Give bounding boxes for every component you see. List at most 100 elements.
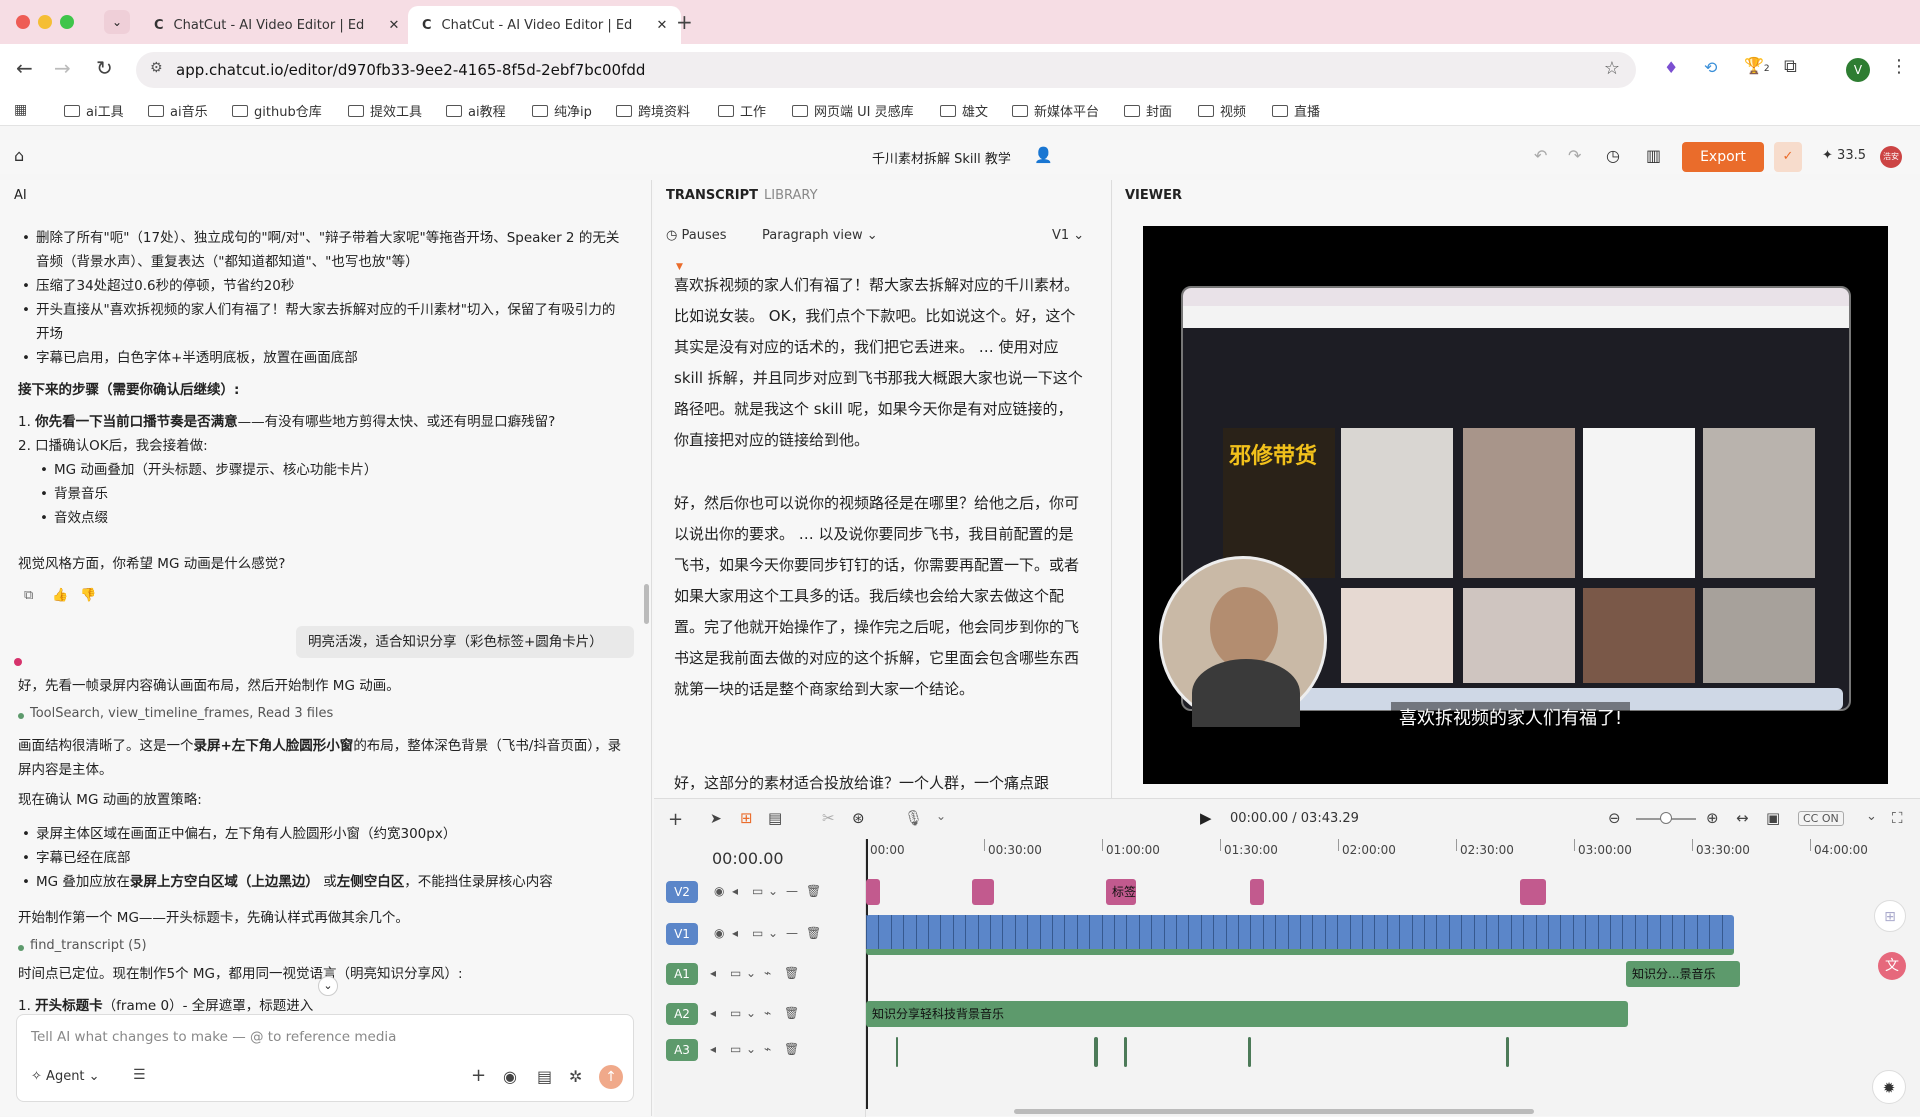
transcript-paragraph[interactable]: 喜欢拆视频的家人们有福了！帮大家去拆解对应的千川素材。比如说女装。 OK，我们点… [674, 270, 1084, 456]
track-label[interactable]: A3 [666, 1039, 698, 1061]
extension-icon[interactable]: 🏆2 [1744, 56, 1770, 75]
captions-dropdown-icon[interactable]: ⌄ [1866, 809, 1877, 824]
main-video-clip[interactable] [866, 915, 1734, 955]
scroll-down-icon[interactable]: ⌄ [318, 976, 338, 996]
browser-tab-1[interactable]: C ChatCut - AI Video Editor | Ed ✕ [140, 6, 413, 44]
close-tab-icon[interactable]: ✕ [389, 18, 400, 33]
video-preview[interactable]: 邪修带货 喜欢拆视频的家人们有福了! [1143, 226, 1888, 784]
checkmark-icon[interactable]: ✓ [1774, 142, 1802, 172]
user-avatar[interactable]: 浩安 [1880, 146, 1902, 168]
bookmark-folder[interactable]: 视频 [1198, 101, 1246, 120]
bookmark-folder[interactable]: 雄文 [940, 101, 988, 120]
magic-wand-icon[interactable]: ✲ [569, 1067, 582, 1086]
captions-icon[interactable]: ▭ [730, 1042, 741, 1056]
mg-animation-clip[interactable]: 标签 [1106, 879, 1136, 905]
settings-sliders-icon[interactable]: ☰ [133, 1067, 146, 1083]
film-tool-icon[interactable]: ▤ [768, 809, 782, 827]
captions-icon[interactable]: ▭ [730, 1006, 741, 1020]
mic-dropdown-icon[interactable]: ⌄ [936, 809, 946, 823]
thumbs-up-icon[interactable]: 👍 [52, 588, 68, 603]
volume-icon[interactable]: ◂ [732, 926, 738, 940]
dropdown-icon[interactable]: ⌄ [768, 926, 778, 940]
eye-icon[interactable]: ◉ [714, 884, 724, 898]
tool-call-summary[interactable]: find_transcript (5) [30, 934, 642, 958]
track-label[interactable]: V1 [666, 923, 698, 945]
timeline-scrollbar[interactable] [1014, 1109, 1534, 1114]
layout-toggle-icon[interactable]: ▣ [1766, 809, 1780, 827]
dropdown-icon[interactable]: ⌄ [746, 1042, 756, 1056]
track-label[interactable]: A2 [666, 1003, 698, 1025]
transcript-paragraph[interactable]: 好，这部分的素材适合投放给谁？一个人群，一个痛点跟 [674, 768, 1084, 798]
back-icon[interactable]: ← [16, 56, 33, 80]
volume-icon[interactable]: ◂ [710, 1006, 716, 1020]
music-clip[interactable]: 知识分...景音乐 [1626, 961, 1740, 987]
select-tool-icon[interactable]: ➤ [710, 811, 722, 827]
bookmark-folder[interactable]: 纯净ip [532, 101, 592, 120]
mg-animation-clip[interactable] [972, 879, 994, 905]
ripple-tool-icon[interactable]: ⊞ [740, 809, 753, 827]
copy-icon[interactable]: ⧉ [24, 588, 33, 603]
fullscreen-icon[interactable]: ⛶ [1892, 809, 1903, 827]
track-label[interactable]: A1 [666, 963, 698, 985]
lock-icon[interactable]: — [786, 926, 798, 940]
bookmark-folder[interactable]: ai音乐 [148, 101, 208, 120]
dropdown-icon[interactable]: ⌄ [768, 884, 778, 898]
add-attachment-icon[interactable]: + [471, 1065, 486, 1086]
sfx-clip[interactable] [896, 1037, 898, 1067]
trash-icon[interactable]: 🗑 [806, 884, 821, 898]
history-icon[interactable]: ◷ [1606, 146, 1620, 165]
bookmark-star-icon[interactable]: ☆ [1604, 58, 1620, 79]
music-clip[interactable]: 知识分享轻科技背景音乐 [866, 1001, 1628, 1027]
mg-animation-clip[interactable] [866, 879, 880, 905]
layout-icon[interactable]: ▥ [1646, 146, 1661, 165]
bookmark-folder[interactable]: 封面 [1124, 101, 1172, 120]
mg-animation-clip[interactable] [1520, 879, 1546, 905]
site-info-icon[interactable]: ⚙ [150, 60, 163, 76]
mg-animation-clip[interactable] [1250, 879, 1264, 905]
bookmark-folder[interactable]: 直播 [1272, 101, 1320, 120]
browser-menu-icon[interactable]: ⋮ [1890, 56, 1908, 77]
ai-panel-scrollbar[interactable] [644, 584, 649, 624]
browser-tab-2[interactable]: C ChatCut - AI Video Editor | Ed ✕ [408, 6, 682, 44]
add-media-icon[interactable]: + [668, 809, 683, 830]
bookmark-folder[interactable]: 网页端 UI 灵感库 [792, 101, 914, 120]
zoom-in-icon[interactable]: ⊕ [1706, 809, 1719, 827]
agent-mode-selector[interactable]: ✧ Agent ⌄ [31, 1069, 100, 1084]
reload-icon[interactable]: ↻ [96, 56, 113, 80]
palette-icon[interactable]: ◉ [503, 1067, 517, 1086]
book-icon[interactable]: ▤ [537, 1067, 552, 1086]
forward-icon[interactable]: → [54, 56, 71, 80]
transcript-paragraph[interactable]: 好，然后你也可以说你的视频路径是在哪里？给他之后，你可以说出你的要求。 … 以及… [674, 488, 1084, 705]
send-button[interactable]: ↑ [599, 1065, 623, 1089]
captions-toggle[interactable]: CC ON [1798, 811, 1844, 826]
microphone-icon[interactable]: 🎙 [904, 809, 923, 827]
captions-icon[interactable]: ▭ [752, 884, 763, 898]
maximize-window-button[interactable] [60, 15, 74, 29]
credits-display[interactable]: ✦ 33.5 [1822, 148, 1866, 163]
zoom-slider-thumb[interactable] [1660, 812, 1672, 824]
dropdown-icon[interactable]: ⌄ [746, 1006, 756, 1020]
link-icon[interactable]: ⌁ [764, 966, 771, 980]
extension-icon[interactable]: ⟲ [1704, 58, 1717, 77]
view-mode-dropdown[interactable]: Paragraph view ⌄ [762, 228, 878, 243]
thumbs-down-icon[interactable]: 👎 [80, 588, 96, 603]
track-label[interactable]: V2 [666, 881, 698, 903]
tab-search-button[interactable]: ⌄ [104, 10, 130, 34]
new-tab-button[interactable]: + [676, 10, 693, 34]
link-icon[interactable]: ⌁ [764, 1006, 771, 1020]
trash-icon[interactable]: 🗑 [784, 1042, 799, 1056]
extension-icon[interactable]: ♦ [1664, 58, 1678, 77]
version-dropdown[interactable]: V1 ⌄ [1052, 228, 1084, 243]
captions-icon[interactable]: ▭ [752, 926, 763, 940]
bookmark-folder[interactable]: 跨境资料 [616, 101, 690, 120]
scissors-icon[interactable]: ✂ [822, 809, 835, 827]
export-button[interactable]: Export [1682, 142, 1764, 172]
fit-width-icon[interactable]: ↔ [1736, 809, 1749, 827]
bookmark-folder[interactable]: ai教程 [446, 101, 506, 120]
ai-input-placeholder[interactable]: Tell AI what changes to make — @ to refe… [31, 1029, 396, 1045]
bookmark-folder[interactable]: 新媒体平台 [1012, 101, 1099, 120]
collaborators-icon[interactable]: 👤 [1034, 146, 1053, 164]
sfx-clip[interactable] [1506, 1037, 1509, 1067]
bookmark-folder[interactable]: 提效工具 [348, 101, 422, 120]
tab-library[interactable]: LIBRARY [764, 188, 818, 203]
